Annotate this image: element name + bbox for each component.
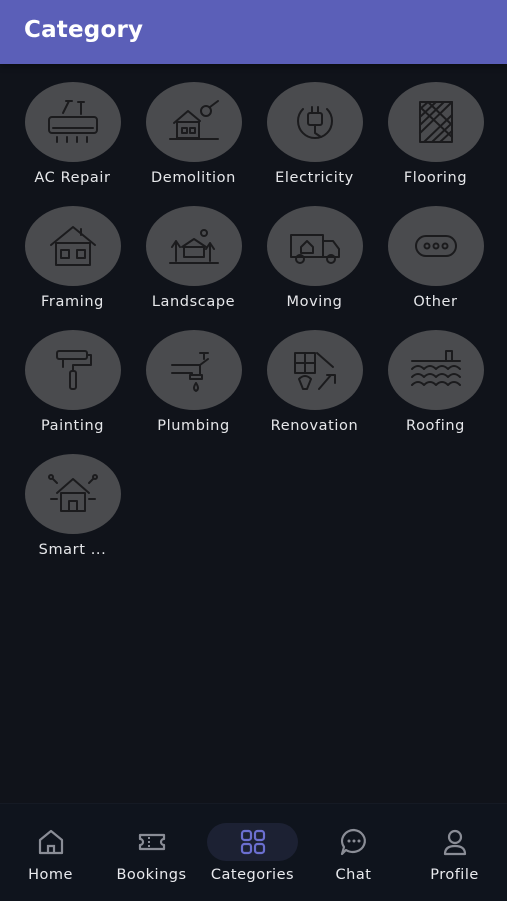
demolition-icon <box>169 100 219 140</box>
more-dots-icon <box>415 235 457 257</box>
category-demolition[interactable]: Demolition <box>133 82 254 206</box>
nav-home[interactable]: Home <box>0 804 101 901</box>
category-label: Renovation <box>270 418 359 434</box>
nav-label: Bookings <box>116 867 187 883</box>
category-label: Other <box>413 294 458 310</box>
category-smart-home[interactable]: Smart ... <box>12 454 133 578</box>
category-other[interactable]: Other <box>375 206 496 330</box>
landscape-icon <box>169 229 219 264</box>
nav-bookings[interactable]: Bookings <box>101 804 202 901</box>
ticket-icon <box>138 833 166 851</box>
category-label: Plumbing <box>157 418 230 434</box>
nav-profile[interactable]: Profile <box>404 804 505 901</box>
app-header: Category <box>0 0 507 64</box>
category-icon-circle <box>25 454 121 534</box>
category-icon-circle <box>25 82 121 162</box>
moving-truck-icon <box>290 234 340 264</box>
category-icon-circle <box>388 82 484 162</box>
category-landscape[interactable]: Landscape <box>133 206 254 330</box>
chat-bubble-icon <box>340 828 366 856</box>
grid-icon <box>240 829 266 855</box>
category-icon-circle <box>25 330 121 410</box>
category-plumbing[interactable]: Plumbing <box>133 330 254 454</box>
category-icon-circle <box>388 330 484 410</box>
category-label: Landscape <box>151 294 236 310</box>
category-electricity[interactable]: Electricity <box>254 82 375 206</box>
category-roofing[interactable]: Roofing <box>375 330 496 454</box>
category-icon-circle <box>146 206 242 286</box>
category-moving[interactable]: Moving <box>254 206 375 330</box>
nav-label: Categories <box>210 867 295 883</box>
nav-chat[interactable]: Chat <box>303 804 404 901</box>
nav-label: Chat <box>335 867 372 883</box>
category-label: Roofing <box>406 418 465 434</box>
plumbing-pipe-icon <box>171 352 209 392</box>
category-label: Framing <box>41 294 104 310</box>
category-icon-circle <box>25 206 121 286</box>
page-title: Category <box>24 17 144 43</box>
nav-categories[interactable]: Categories <box>202 804 303 901</box>
nav-label: Profile <box>430 867 479 883</box>
renovation-tools-icon <box>294 352 336 390</box>
roof-tiles-icon <box>411 350 461 386</box>
category-icon-circle <box>267 82 363 162</box>
home-icon <box>38 829 64 855</box>
category-icon-circle <box>146 82 242 162</box>
category-label: Electricity <box>275 170 354 186</box>
category-label: AC Repair <box>34 170 111 186</box>
paint-roller-icon <box>56 350 92 390</box>
category-icon-circle <box>146 330 242 410</box>
bottom-navigation: Home Bookings Categories Chat Profile <box>0 803 507 901</box>
electric-plug-icon <box>297 106 333 140</box>
house-frame-icon <box>50 226 96 266</box>
category-icon-circle <box>267 206 363 286</box>
category-label: Moving <box>286 294 343 310</box>
category-ac-repair[interactable]: AC Repair <box>12 82 133 206</box>
profile-icon <box>443 829 467 856</box>
nav-label: Home <box>28 867 73 883</box>
category-label: Demolition <box>151 170 236 186</box>
flooring-icon <box>419 101 453 143</box>
category-framing[interactable]: Framing <box>12 206 133 330</box>
smart-home-icon <box>48 474 98 512</box>
category-renovation[interactable]: Renovation <box>254 330 375 454</box>
category-icon-circle <box>388 206 484 286</box>
ac-repair-icon <box>48 100 98 143</box>
category-flooring[interactable]: Flooring <box>375 82 496 206</box>
category-label: Smart ... <box>38 542 107 558</box>
category-label: Painting <box>40 418 105 434</box>
category-label: Flooring <box>403 170 468 186</box>
category-icon-circle <box>267 330 363 410</box>
category-painting[interactable]: Painting <box>12 330 133 454</box>
